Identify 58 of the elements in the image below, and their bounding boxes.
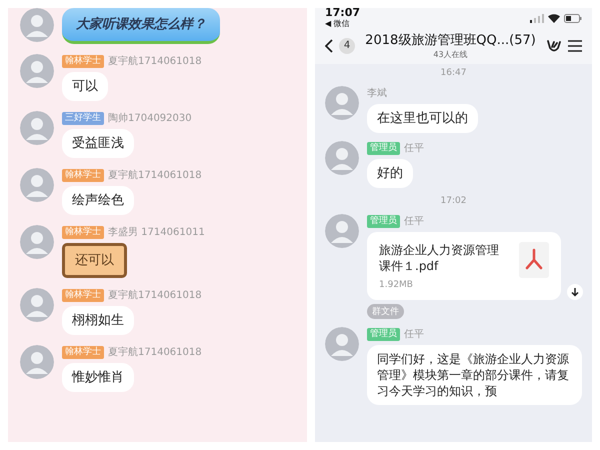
- role-badge: 管理员: [367, 142, 400, 154]
- message-bubble: 在这里也可以的: [367, 104, 478, 133]
- sender-name: 任平: [404, 215, 424, 228]
- message-bubble: 受益匪浅: [62, 129, 134, 158]
- message-bubble: 大家听课效果怎么样？: [62, 8, 220, 44]
- file-size: 1.92MB: [379, 280, 414, 290]
- hand-icon[interactable]: [546, 38, 562, 52]
- status-time: 17:07: [325, 8, 360, 18]
- file-name: 旅游企业人力资源管理课件１.pdf: [379, 242, 500, 274]
- message-bubble: 还可以: [62, 243, 127, 278]
- signal-icon: [530, 14, 544, 23]
- sender-name: 夏宇航1714061018: [108, 346, 202, 359]
- battery-icon: [564, 14, 582, 23]
- message-bubble: 绘声绘色: [62, 186, 134, 215]
- group-file-tag: 群文件: [367, 304, 404, 319]
- role-badge: 三好学生: [62, 112, 104, 124]
- message-bubble: 好的: [367, 159, 413, 188]
- message-bubble: 可以: [62, 72, 108, 101]
- back-to-app-link[interactable]: ◀ 微信: [325, 18, 360, 29]
- role-badge: 翰林学士: [62, 168, 104, 182]
- avatar[interactable]: [20, 54, 54, 88]
- sender-name: 夏宇航1714061018: [108, 168, 202, 182]
- file-card[interactable]: 旅游企业人力资源管理课件１.pdf 1.92MB: [367, 232, 561, 300]
- sender-name: 夏宇航1714061018: [108, 54, 202, 68]
- back-icon[interactable]: [325, 38, 333, 52]
- sender-name: 李盛男 1714061011: [108, 226, 205, 239]
- sender-name: 任平: [404, 328, 424, 341]
- timestamp: 17:02: [440, 196, 466, 206]
- menu-icon[interactable]: [568, 40, 582, 52]
- avatar[interactable]: [325, 141, 359, 175]
- sender-name: 陶帅1704092030: [108, 112, 192, 125]
- message-bubble: 同学们好，这是《旅游企业人力资源管理》模块第一章的部分课件，请复习今天学习的知识，预: [367, 345, 582, 405]
- avatar[interactable]: [20, 225, 54, 259]
- role-badge: 翰林学士: [62, 226, 104, 238]
- role-badge: 管理员: [367, 214, 400, 228]
- avatar[interactable]: [20, 8, 54, 42]
- message-bubble: 栩栩如生: [62, 306, 134, 335]
- avatar[interactable]: [20, 288, 54, 322]
- sender-name: 任平: [404, 142, 424, 155]
- message-bubble: 惟妙惟肖: [62, 363, 134, 392]
- chat-title: 2018级旅游管理班QQ...(57): [365, 32, 536, 49]
- online-count: 43人在线: [433, 49, 468, 60]
- sender-name: 夏宇航1714061018: [108, 288, 202, 302]
- avatar[interactable]: [20, 345, 54, 379]
- avatar[interactable]: [325, 327, 359, 361]
- role-badge: 管理员: [367, 328, 400, 340]
- timestamp: 16:47: [440, 68, 466, 78]
- avatar[interactable]: [325, 86, 359, 120]
- role-badge: 翰林学士: [62, 54, 104, 68]
- role-badge: 翰林学士: [62, 288, 104, 302]
- avatar[interactable]: [20, 111, 54, 145]
- download-icon[interactable]: [567, 284, 583, 300]
- avatar[interactable]: [20, 168, 54, 202]
- avatar[interactable]: [325, 214, 359, 248]
- role-badge: 翰林学士: [62, 346, 104, 358]
- wifi-icon: [548, 14, 560, 23]
- sender-name: 李斌: [367, 86, 387, 100]
- unread-count: 4: [339, 38, 355, 54]
